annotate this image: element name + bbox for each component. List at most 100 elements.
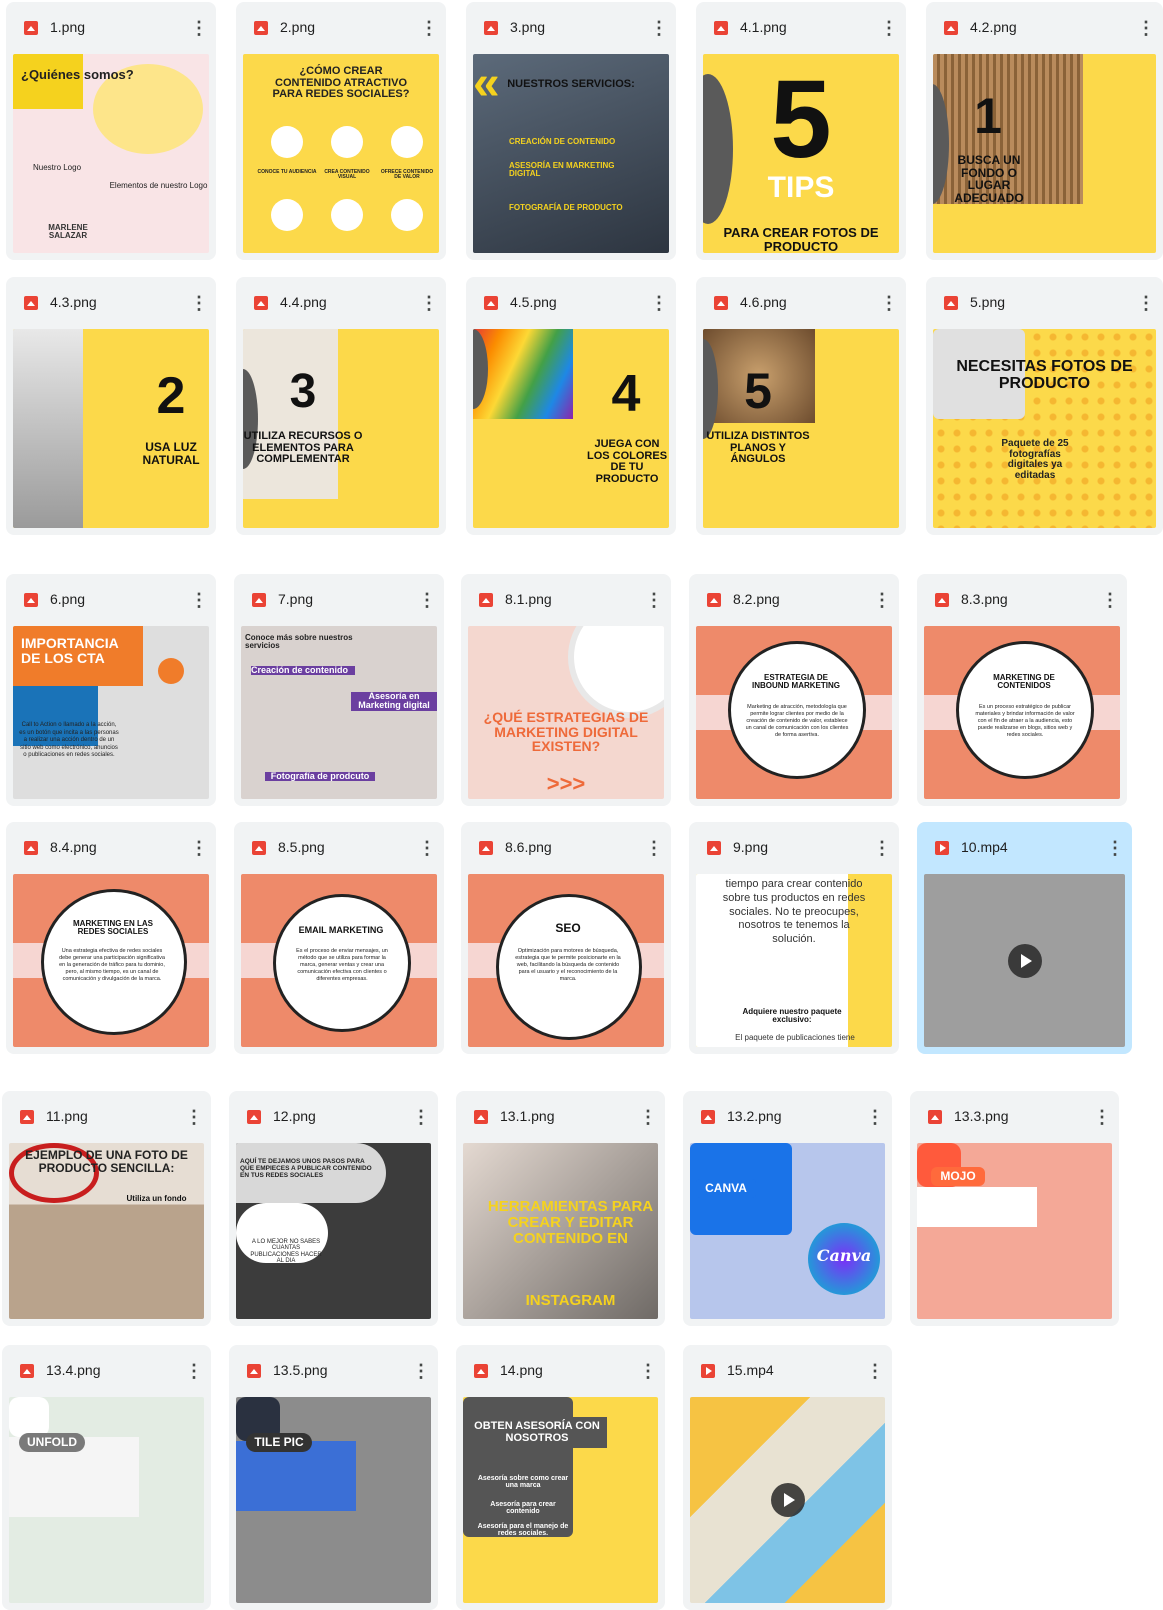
thumb-text: ESTRATEGIA DE INBOUND MARKETING <box>752 673 840 691</box>
more-options-icon[interactable]: ⋮ <box>1106 837 1124 859</box>
file-card-image[interactable]: 4.3.png ⋮ 2 USA LUZ NATURAL <box>6 277 216 535</box>
file-card-image[interactable]: 4.6.png ⋮ 5 UTILIZA DISTINTOS PLANOS Y ÁNGU… <box>696 277 906 535</box>
file-thumbnail[interactable]: HERRAMIENTAS PARA CREAR Y EDITAR CONTENI… <box>463 1143 658 1319</box>
file-thumbnail[interactable] <box>690 1397 885 1603</box>
file-thumbnail[interactable]: MOJO <box>917 1143 1112 1319</box>
file-thumbnail[interactable]: ¿CÓMO CREAR CONTENIDO ATRACTIVO PARA RED… <box>243 54 439 253</box>
more-options-icon[interactable]: ⋮ <box>412 1360 430 1382</box>
more-options-icon[interactable]: ⋮ <box>650 17 668 39</box>
file-card-header: 3.png ⋮ <box>466 2 676 54</box>
file-card-video[interactable]: 15.mp4 ⋮ <box>683 1345 892 1610</box>
more-options-icon[interactable]: ⋮ <box>1093 1106 1111 1128</box>
file-thumbnail[interactable]: 2 USA LUZ NATURAL <box>13 329 209 528</box>
file-card-image[interactable]: 13.2.png ⋮ CANVA Canva <box>683 1091 892 1326</box>
file-card-image[interactable]: 9.png ⋮ tiempo para crear contenido sobre … <box>689 822 899 1054</box>
file-card-video[interactable]: 10.mp4 ⋮ <box>917 822 1132 1054</box>
file-thumbnail[interactable]: TILE PIC <box>236 1397 431 1603</box>
more-options-icon[interactable]: ⋮ <box>866 1360 884 1382</box>
more-options-icon[interactable]: ⋮ <box>1137 292 1155 314</box>
more-options-icon[interactable]: ⋮ <box>639 1360 657 1382</box>
file-card-image[interactable]: 4.5.png ⋮ 4 JUEGA CON LOS COLORES DE TU PRO… <box>466 277 676 535</box>
file-card-image[interactable]: 4.4.png ⋮ 3 UTILIZA RECURSOS O ELEMENTOS PA… <box>236 277 446 535</box>
file-thumbnail[interactable]: UNFOLD <box>9 1397 204 1603</box>
file-thumbnail[interactable]: 3 UTILIZA RECURSOS O ELEMENTOS PARA COMPL… <box>243 329 439 528</box>
more-options-icon[interactable]: ⋮ <box>1101 589 1119 611</box>
file-thumbnail[interactable]: EJEMPLO DE UNA FOTO DE PRODUCTO SENCILLA… <box>9 1143 204 1319</box>
file-card-image[interactable]: 14.png ⋮ OBTEN ASESORÍA CON NOSOTROS Asesor… <box>456 1345 665 1610</box>
file-thumbnail[interactable]: NECESITAS FOTOS DE PRODUCTO Paquete de 25… <box>933 329 1156 528</box>
file-card-image[interactable]: 13.4.png ⋮ UNFOLD <box>2 1345 211 1610</box>
file-card-image[interactable]: 13.5.png ⋮ TILE PIC <box>229 1345 438 1610</box>
file-card-image[interactable]: 6.png ⋮ IMPORTANCIA DE LOS CTA Call to Acti… <box>6 574 216 806</box>
file-card-image[interactable]: 12.png ⋮ AQUÍ TE DEJAMOS UNOS PASOS PARA Q… <box>229 1091 438 1326</box>
file-card-image[interactable]: 8.6.png ⋮ SEO Optimización para motores de … <box>461 822 671 1054</box>
file-thumbnail[interactable]: ¿Quiénes somos? Nuestro Logo Elementos de … <box>13 54 209 253</box>
thumb-text: OFRECE CONTENIDO DE VALOR <box>380 169 434 181</box>
thumb-text: ¿QUÉ ESTRATEGIAS DE MARKETING DIGITAL EX… <box>483 709 649 755</box>
more-options-icon[interactable]: ⋮ <box>190 837 208 859</box>
more-options-icon[interactable]: ⋮ <box>190 17 208 39</box>
file-card-image[interactable]: 8.3.png ⋮ MARKETING DE CONTENIDOS Es un pro… <box>917 574 1127 806</box>
more-options-icon[interactable]: ⋮ <box>873 589 891 611</box>
file-thumbnail[interactable]: 5 UTILIZA DISTINTOS PLANOS Y ÁNGULOS <box>703 329 899 528</box>
file-card-image[interactable]: 11.png ⋮ EJEMPLO DE UNA FOTO DE PRODUCTO S… <box>2 1091 211 1326</box>
file-name: 5.png <box>970 294 1006 310</box>
file-card-image[interactable]: 8.1.png ⋮ ¿QUÉ ESTRATEGIAS DE MARKETING DI… <box>461 574 671 806</box>
more-options-icon[interactable]: ⋮ <box>190 589 208 611</box>
image-file-icon <box>707 841 721 855</box>
image-file-icon <box>254 296 268 310</box>
more-options-icon[interactable]: ⋮ <box>418 589 436 611</box>
file-thumbnail[interactable]: 1 BUSCA UN FONDO O LUGAR ADECUADO <box>933 54 1156 253</box>
video-file-icon <box>701 1364 715 1378</box>
more-options-icon[interactable]: ⋮ <box>639 1106 657 1128</box>
more-options-icon[interactable]: ⋮ <box>185 1106 203 1128</box>
file-card-image[interactable]: 8.5.png ⋮ EMAIL MARKETING Es el proceso de … <box>234 822 444 1054</box>
file-thumbnail[interactable]: AQUÍ TE DEJAMOS UNOS PASOS PARA QUE EMPI… <box>236 1143 431 1319</box>
file-card-image[interactable]: 4.2.png ⋮ 1 BUSCA UN FONDO O LUGAR ADECUADO <box>926 2 1163 260</box>
more-options-icon[interactable]: ⋮ <box>420 17 438 39</box>
file-card-image[interactable]: 8.2.png ⋮ ESTRATEGIA DE INBOUND MARKETING M… <box>689 574 899 806</box>
more-options-icon[interactable]: ⋮ <box>650 292 668 314</box>
more-options-icon[interactable]: ⋮ <box>418 837 436 859</box>
file-thumbnail[interactable]: ESTRATEGIA DE INBOUND MARKETING Marketing… <box>696 626 892 799</box>
file-thumbnail[interactable]: CANVA Canva <box>690 1143 885 1319</box>
file-thumbnail[interactable]: ¿QUÉ ESTRATEGIAS DE MARKETING DIGITAL EX… <box>468 626 664 799</box>
file-card-image[interactable]: 3.png ⋮ «NUESTROS SERVICIOS: CREACIÓN DE CO… <box>466 2 676 260</box>
file-thumbnail[interactable]: 4 JUEGA CON LOS COLORES DE TU PRODUCTO <box>473 329 669 528</box>
file-thumbnail[interactable]: MARKETING EN LAS REDES SOCIALES Una estra… <box>13 874 209 1047</box>
file-card-image[interactable]: 13.1.png ⋮ HERRAMIENTAS PARA CREAR Y EDITA… <box>456 1091 665 1326</box>
more-options-icon[interactable]: ⋮ <box>645 837 663 859</box>
more-options-icon[interactable]: ⋮ <box>873 837 891 859</box>
file-card-image[interactable]: 5.png ⋮ NECESITAS FOTOS DE PRODUCTO Paquete… <box>926 277 1163 535</box>
file-thumbnail[interactable]: «NUESTROS SERVICIOS: CREACIÓN DE CONTENID… <box>473 54 669 253</box>
file-thumbnail[interactable]: EMAIL MARKETING Es el proceso de enviar m… <box>241 874 437 1047</box>
more-options-icon[interactable]: ⋮ <box>185 1360 203 1382</box>
file-thumbnail[interactable]: MARKETING DE CONTENIDOS Es un proceso est… <box>924 626 1120 799</box>
file-thumbnail[interactable]: Conoce más sobre nuestros servicios Creac… <box>241 626 437 799</box>
file-card-image[interactable]: 8.4.png ⋮ MARKETING EN LAS REDES SOCIALES U… <box>6 822 216 1054</box>
file-thumbnail[interactable] <box>924 874 1125 1047</box>
more-options-icon[interactable]: ⋮ <box>645 589 663 611</box>
more-options-icon[interactable]: ⋮ <box>190 292 208 314</box>
more-options-icon[interactable]: ⋮ <box>412 1106 430 1128</box>
file-thumbnail[interactable]: SEO Optimización para motores de búsqueda… <box>468 874 664 1047</box>
file-card-image[interactable]: 1.png ⋮ ¿Quiénes somos? Nuestro Logo Element… <box>6 2 216 260</box>
file-card-image[interactable]: 4.1.png ⋮ 5 TIPS PARA CREAR FOTOS DE PRODUCT… <box>696 2 906 260</box>
file-card-image[interactable]: 13.3.png ⋮ MOJO <box>910 1091 1119 1326</box>
file-thumbnail[interactable]: IMPORTANCIA DE LOS CTA Call to Action o l… <box>13 626 209 799</box>
file-thumbnail[interactable]: tiempo para crear contenido sobre tus pr… <box>696 874 892 1047</box>
more-options-icon[interactable]: ⋮ <box>1137 17 1155 39</box>
more-options-icon[interactable]: ⋮ <box>420 292 438 314</box>
file-thumbnail[interactable]: 5 TIPS PARA CREAR FOTOS DE PRODUCTO <box>703 54 899 253</box>
alert-circle <box>158 658 184 684</box>
more-options-icon[interactable]: ⋮ <box>880 17 898 39</box>
file-card-image[interactable]: 7.png ⋮ Conoce más sobre nuestros servicio… <box>234 574 444 806</box>
file-card-image[interactable]: 2.png ⋮ ¿CÓMO CREAR CONTENIDO ATRACTIVO PA… <box>236 2 446 260</box>
image-file-icon <box>944 21 958 35</box>
image-file-icon <box>714 21 728 35</box>
more-options-icon[interactable]: ⋮ <box>866 1106 884 1128</box>
file-thumbnail[interactable]: OBTEN ASESORÍA CON NOSOTROS Asesoría sobr… <box>463 1397 658 1603</box>
image-file-icon <box>479 841 493 855</box>
more-options-icon[interactable]: ⋮ <box>880 292 898 314</box>
file-card-header: 4.3.png ⋮ <box>6 277 216 329</box>
